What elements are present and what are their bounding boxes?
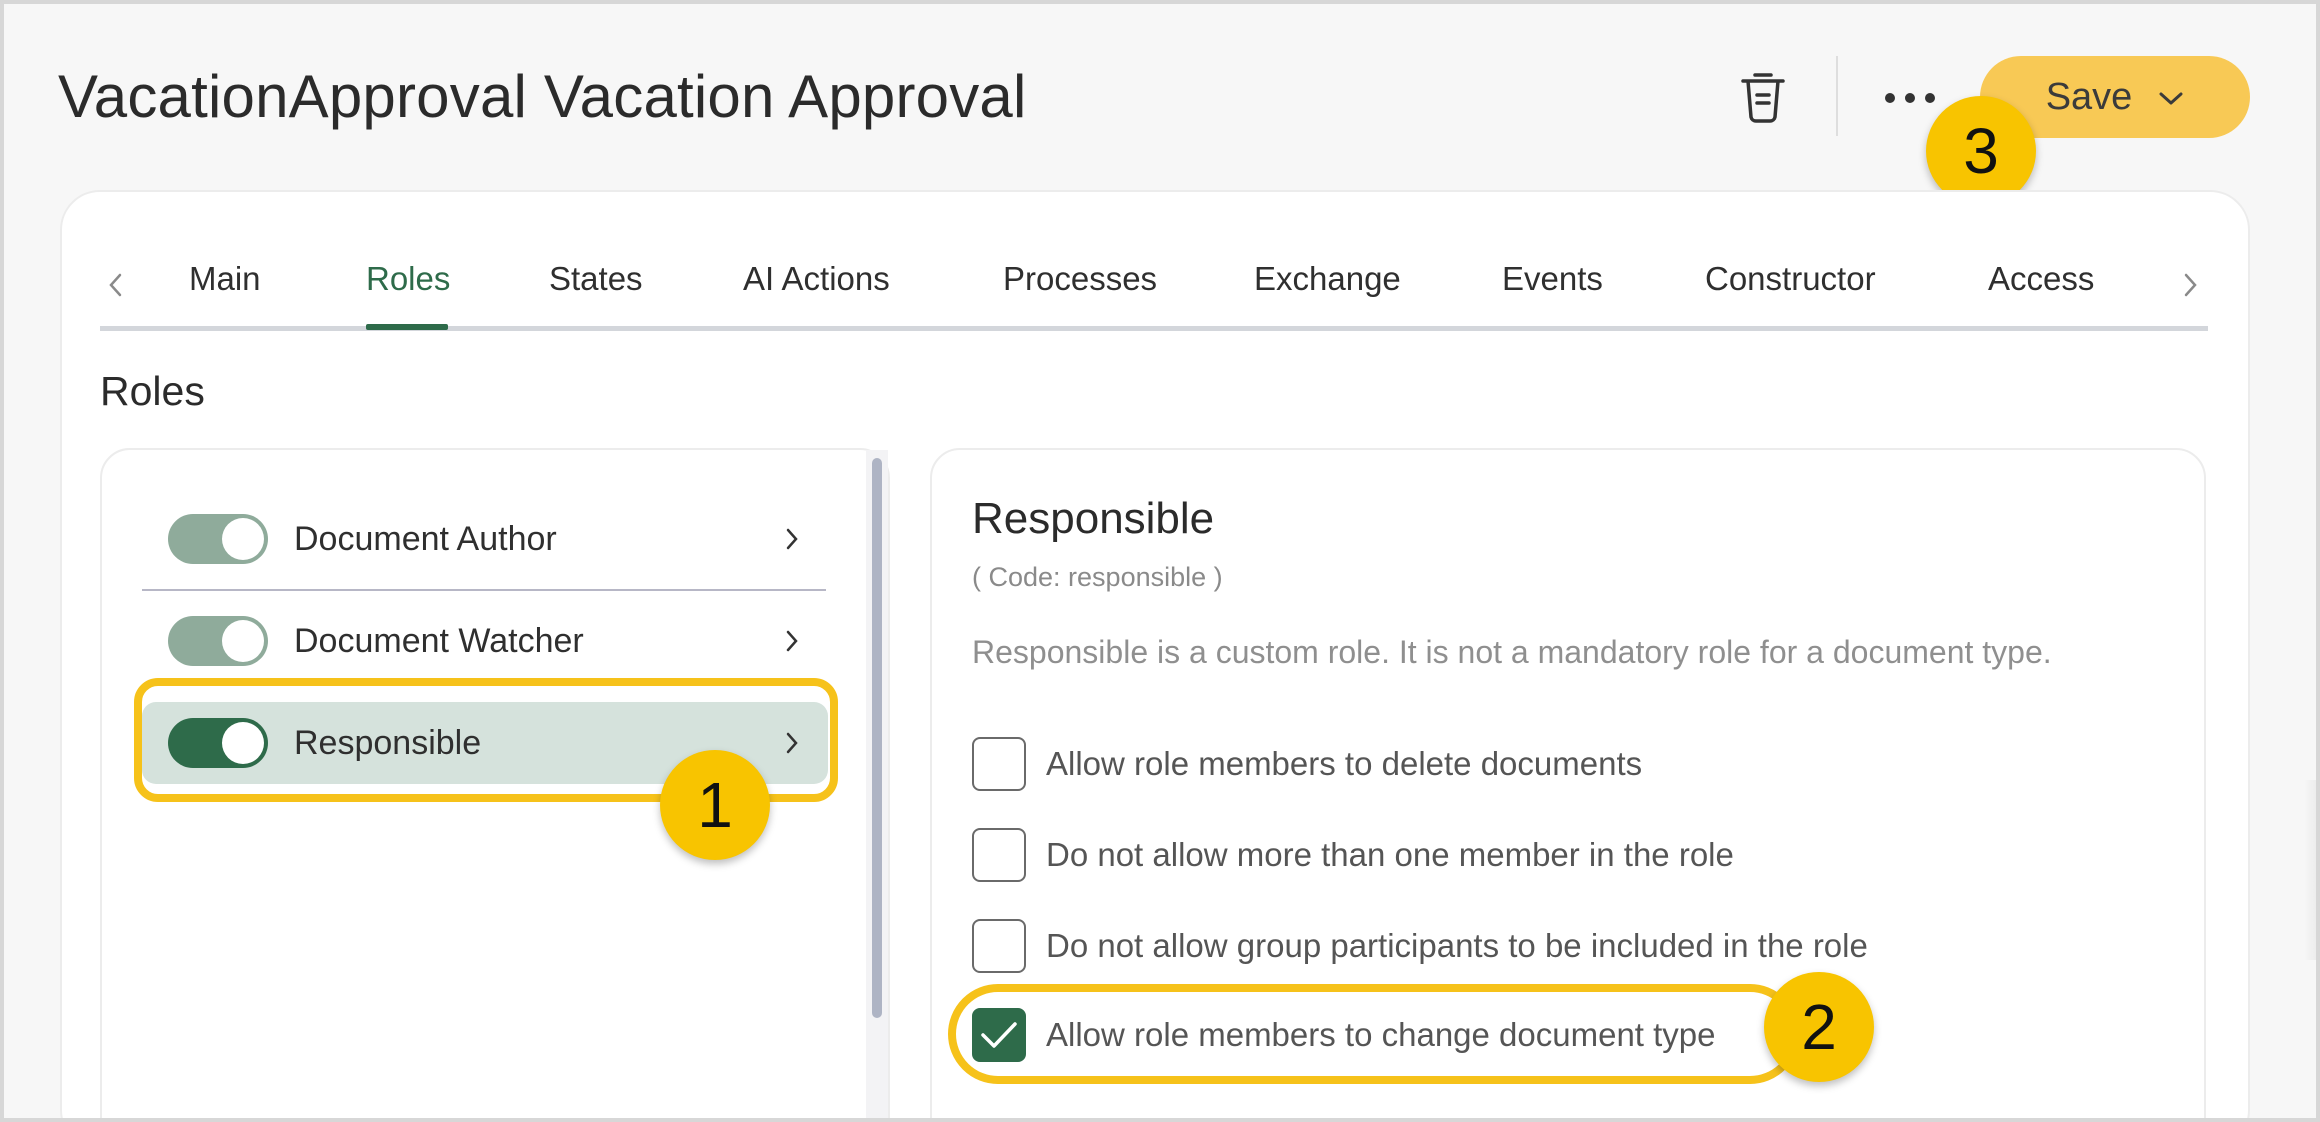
role-detail-description: Responsible is a custom role. It is not … (972, 634, 2052, 670)
option-label: Allow role members to change document ty… (1046, 1016, 1716, 1053)
role-item-document-watcher[interactable]: Document Watcher (142, 600, 828, 682)
checkbox-checked[interactable] (972, 1008, 1026, 1062)
edge-shadow (2304, 780, 2320, 960)
role-toggle[interactable] (168, 718, 268, 768)
top-accent-bar (248, 0, 712, 4)
tab-exchange[interactable]: Exchange (1254, 260, 1401, 298)
chevron-right-icon (772, 629, 812, 653)
role-item-label: Document Author (294, 519, 557, 558)
delete-button[interactable] (1734, 66, 1792, 128)
role-item-document-author[interactable]: Document Author (142, 498, 828, 580)
role-detail-title: Responsible (972, 494, 1215, 543)
tab-active-indicator (366, 324, 448, 330)
checkbox[interactable] (972, 828, 1026, 882)
annotation-badge-2: 2 (1764, 972, 1874, 1082)
tab-access[interactable]: Access (1988, 260, 2094, 298)
section-title: Roles (100, 368, 205, 414)
option-change-document-type[interactable]: Allow role members to change document ty… (972, 1007, 1716, 1063)
chevron-left-icon (109, 273, 122, 297)
checkbox[interactable] (972, 737, 1026, 791)
option-single-member[interactable]: Do not allow more than one member in the… (972, 827, 1734, 883)
chevron-right-icon (2184, 273, 2197, 297)
checkmark-icon (981, 1022, 1017, 1048)
roles-scrollbar-thumb[interactable] (872, 458, 882, 1018)
tab-states[interactable]: States (549, 260, 643, 298)
more-horizontal-icon (1885, 93, 1935, 103)
save-button-label: Save (2045, 75, 2133, 118)
tab-processes[interactable]: Processes (1003, 260, 1157, 298)
role-item-label: Document Watcher (294, 621, 584, 660)
chevron-right-icon (772, 731, 812, 755)
option-no-group-participants[interactable]: Do not allow group participants to be in… (972, 918, 1868, 974)
tabs-scroll-right[interactable] (2176, 270, 2206, 300)
option-label: Allow role members to delete documents (1046, 745, 1643, 782)
header-divider (1836, 56, 1838, 136)
role-divider (142, 589, 826, 591)
annotation-badge-1: 1 (660, 750, 770, 860)
option-label: Do not allow group participants to be in… (1046, 927, 1868, 964)
tab-roles[interactable]: Roles (366, 260, 450, 298)
tabs-scroll-left[interactable] (100, 270, 130, 300)
tab-ai-actions[interactable]: AI Actions (743, 260, 890, 298)
trash-icon (1741, 73, 1785, 123)
role-detail-code: ( Code: responsible ) (972, 562, 1223, 592)
tab-constructor[interactable]: Constructor (1705, 260, 1876, 298)
tab-main[interactable]: Main (189, 260, 261, 298)
tab-events[interactable]: Events (1502, 260, 1603, 298)
more-button[interactable] (1880, 78, 1940, 118)
role-toggle[interactable] (168, 514, 268, 564)
option-label: Do not allow more than one member in the… (1046, 836, 1734, 873)
checkbox[interactable] (972, 919, 1026, 973)
chevron-right-icon (772, 527, 812, 551)
page-title: VacationApproval Vacation Approval (58, 63, 1027, 130)
chevron-down-icon (2159, 92, 2183, 105)
role-toggle[interactable] (168, 616, 268, 666)
option-allow-delete-documents[interactable]: Allow role members to delete documents (972, 736, 1642, 792)
